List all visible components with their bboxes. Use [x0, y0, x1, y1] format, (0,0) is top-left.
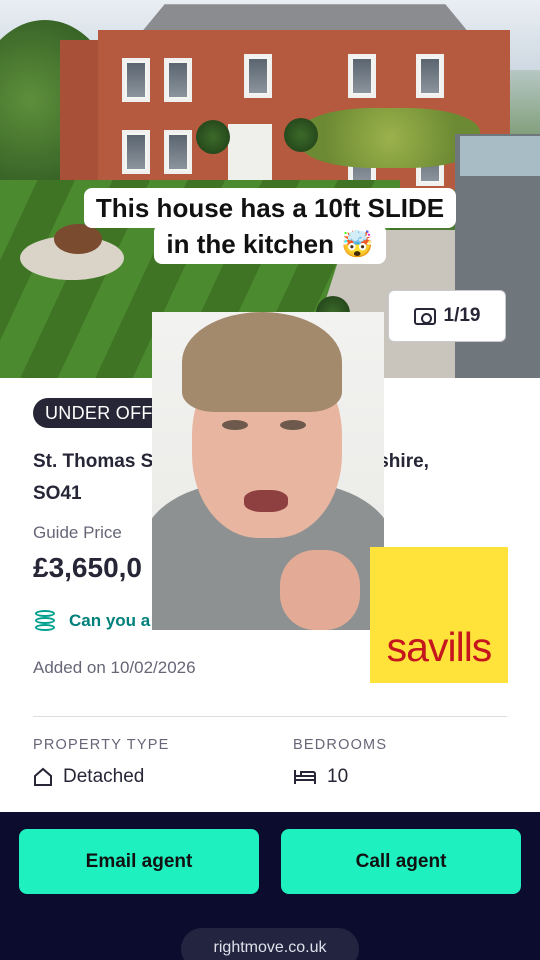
guide-price-label: Guide Price	[33, 523, 122, 542]
photo-counter-label: 1/19	[443, 305, 481, 326]
window	[122, 58, 150, 102]
bedrooms-label: BEDROOMS	[293, 737, 388, 753]
presenter-video-overlay	[152, 312, 384, 630]
house-icon	[33, 767, 53, 787]
house-facade	[98, 30, 510, 190]
eye	[222, 420, 248, 430]
presenter-hair	[182, 312, 342, 412]
price: £3,650,0	[33, 552, 142, 583]
bed-icon	[293, 768, 317, 786]
mouth	[244, 490, 288, 512]
window	[244, 54, 272, 98]
bedrooms-value: 10	[293, 766, 348, 788]
window	[122, 130, 150, 174]
email-agent-button[interactable]: Email agent	[19, 829, 259, 894]
hand	[280, 550, 360, 630]
property-type-value: Detached	[33, 766, 144, 788]
glass-roof	[460, 136, 540, 176]
call-agent-button[interactable]: Call agent	[281, 829, 521, 894]
window	[348, 54, 376, 98]
video-caption-line-2: in the kitchen 🤯	[0, 224, 540, 264]
window	[164, 58, 192, 102]
agent-logo-text: savills	[386, 624, 493, 670]
affordability-label: Can you a	[69, 611, 151, 630]
divider	[33, 716, 507, 717]
window	[416, 54, 444, 98]
property-type-label: PROPERTY TYPE	[33, 737, 170, 753]
bedrooms-text: 10	[327, 766, 349, 787]
camera-icon	[413, 307, 436, 325]
eye	[280, 420, 306, 430]
property-type-text: Detached	[63, 766, 145, 787]
video-caption-line-1: This house has a 10ft SLIDE	[0, 188, 540, 228]
added-date: Added on 10/02/2026	[33, 658, 196, 677]
site-url-pill[interactable]: rightmove.co.uk	[181, 928, 359, 960]
climbing-plants	[300, 108, 480, 168]
topiary	[284, 118, 318, 152]
topiary	[196, 120, 230, 154]
coins-icon	[33, 608, 59, 634]
photo-counter-button[interactable]: 1/19	[388, 290, 506, 342]
affordability-link[interactable]: Can you a	[33, 608, 150, 634]
agent-logo[interactable]: savills	[370, 547, 508, 683]
window	[164, 130, 192, 174]
